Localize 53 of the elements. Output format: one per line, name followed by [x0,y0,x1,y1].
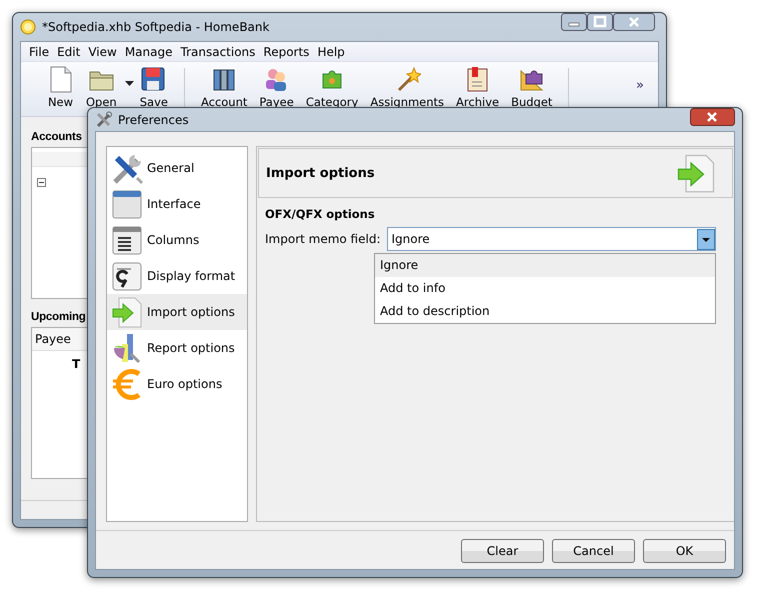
menu-item[interactable]: Reports [261,45,316,59]
menu-item[interactable]: File [27,45,56,59]
dropdown-option[interactable]: Add to info [375,277,715,300]
close-icon[interactable] [690,108,735,126]
section-heading: OFX/QFX options [265,207,376,221]
category-item[interactable]: General [107,150,247,186]
window-title: *Softpedia.xhb Softpedia - HomeBank [42,20,270,34]
dialog-button[interactable]: Clear [461,539,544,563]
minimize-icon[interactable] [561,13,587,31]
toolbar-button[interactable]: Archive [450,66,506,109]
toolbar-button[interactable]: Assignments [364,66,450,109]
section-heading: Upcoming [31,311,86,323]
euro-sign-icon [111,368,143,400]
toolbar-button[interactable]: Account [194,66,254,109]
app-icon [20,19,36,35]
category-item[interactable]: Report options [107,330,247,366]
maximize-icon[interactable] [587,13,613,31]
caret-icon[interactable] [124,81,134,86]
toolbar-button[interactable]: Save [134,66,174,109]
wrench-screwdriver-icon [111,152,143,184]
category-item[interactable]: Euro options [107,366,247,402]
total-label: T [72,357,82,371]
collapse-icon[interactable] [37,178,46,187]
menu-item[interactable]: Manage [122,45,178,59]
field-label: Import memo field: [265,232,380,246]
dialog-button[interactable]: Cancel [552,539,635,563]
overflow-button[interactable]: » [636,78,644,93]
import-arrow-icon [111,296,143,328]
menu-item[interactable]: Help [315,45,351,59]
close-icon[interactable] [613,13,655,31]
toolbar-button[interactable]: Payee [253,66,300,109]
category-item[interactable]: Interface [107,186,247,222]
dropdown-option[interactable]: Add to description [375,300,715,323]
menu-item[interactable]: View [86,45,123,59]
list-window-icon [111,224,143,256]
menu-item[interactable]: Edit [55,45,86,59]
dropdown-option[interactable]: Ignore [375,254,715,277]
pie-chart-icon [111,332,143,364]
toolbar-button[interactable]: New [41,66,80,109]
window-title: Preferences [118,112,190,126]
tools-icon [95,111,112,128]
category-item[interactable]: Import options [107,294,247,330]
menu-item[interactable]: Transactions [178,45,262,59]
window-icon [111,188,143,220]
toolbar-button[interactable]: Open [80,66,123,109]
import-arrow-icon [676,153,716,193]
section-heading: Accounts [31,131,82,143]
page-title: Import options [266,166,375,180]
dialog-button[interactable]: OK [643,539,726,563]
category-item[interactable]: Display format [107,258,247,294]
category-item[interactable]: Columns [107,222,247,258]
toolbar-button[interactable]: Budget [505,66,558,109]
dropdown-field[interactable]: Ignore [386,227,716,251]
